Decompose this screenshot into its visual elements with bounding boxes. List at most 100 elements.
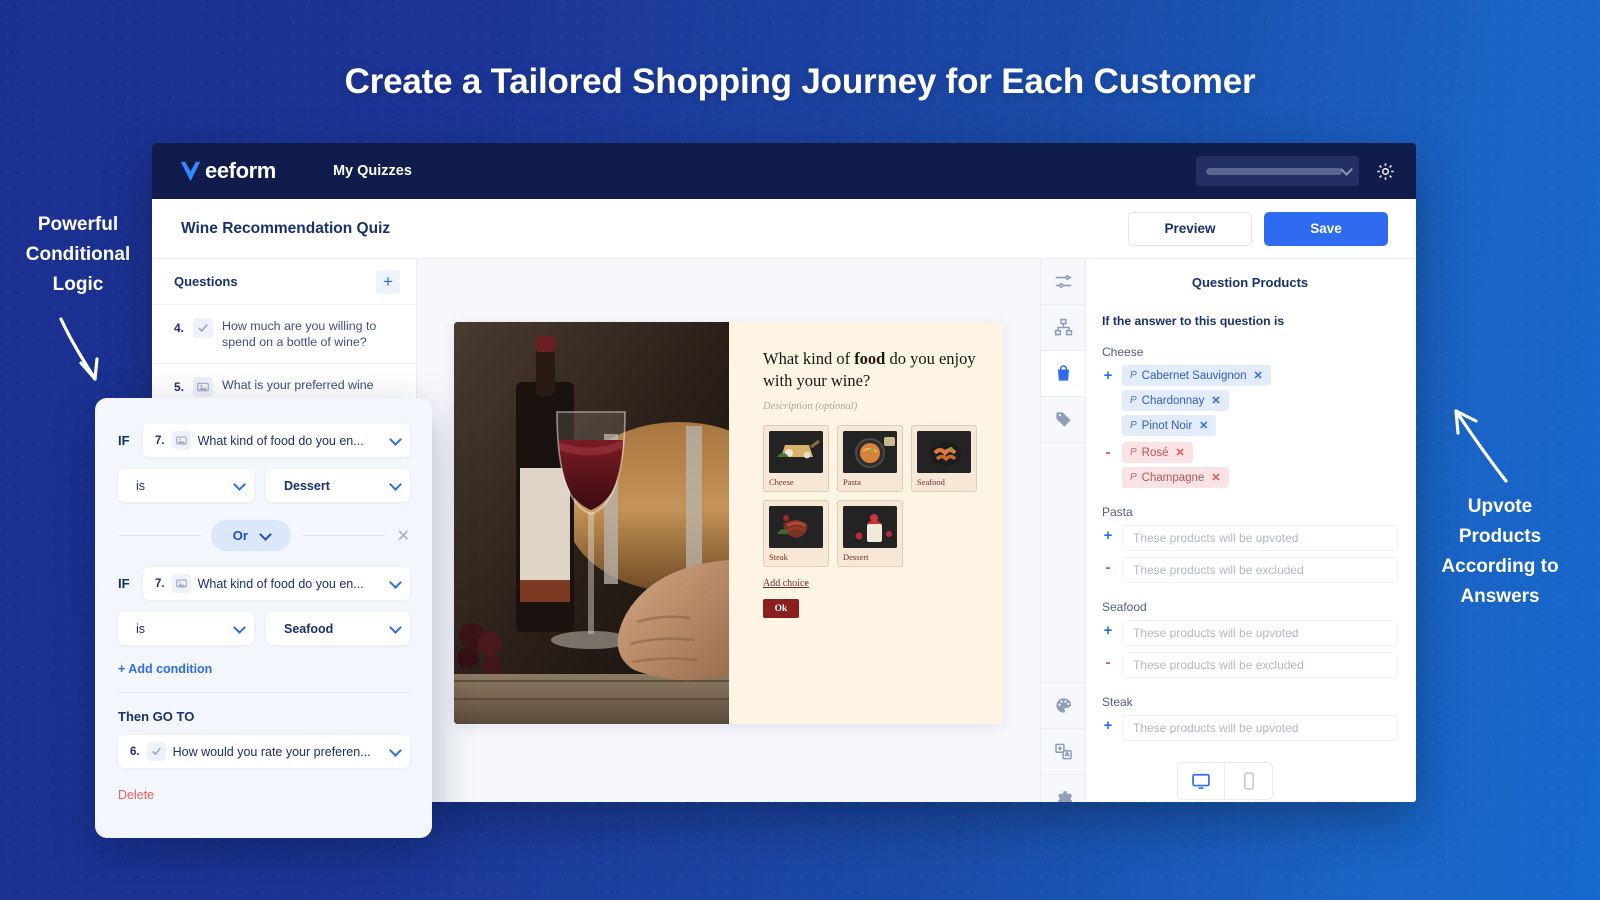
add-question-button[interactable]: + — [376, 269, 400, 294]
product-chip[interactable]: P Champagne ✕ — [1122, 467, 1229, 488]
veeform-logo-icon — [180, 161, 201, 181]
sitemap-icon[interactable] — [1041, 305, 1085, 351]
tag-icon[interactable] — [1041, 397, 1085, 443]
question-number: 7. — [155, 577, 165, 590]
product-group-name: Cheese — [1102, 345, 1144, 359]
ok-button[interactable]: Ok — [763, 599, 799, 618]
palette-icon[interactable] — [1041, 683, 1085, 729]
callout-right-line-2: Products — [1458, 526, 1542, 547]
question-number: 5. — [174, 380, 185, 394]
brand-logo[interactable]: eeform — [178, 158, 276, 184]
choice-label: Pasta — [843, 477, 861, 487]
remove-chip-icon[interactable]: ✕ — [1211, 394, 1220, 407]
goto-question-select[interactable]: 6. How would you rate your preferen... — [118, 735, 410, 768]
exclude-row: - P Rosé ✕ P Champagne ✕ — [1102, 442, 1398, 488]
callout-right-line-4: Answers — [1460, 586, 1540, 607]
product-chip-label: Pinot Noir — [1141, 419, 1193, 432]
mobile-icon — [1243, 772, 1254, 790]
shopping-bag-icon[interactable] — [1041, 351, 1085, 397]
plus-icon[interactable]: + — [1102, 365, 1114, 387]
choice-label: Steak — [769, 552, 788, 562]
product-chip[interactable]: P Chardonnay ✕ — [1122, 390, 1229, 411]
account-select[interactable] — [1196, 156, 1359, 186]
remove-chip-icon[interactable]: ✕ — [1176, 446, 1185, 459]
upvoted-products-input[interactable]: These products will be upvoted — [1122, 715, 1398, 741]
callout-left-line-3: Logic — [52, 274, 104, 295]
condition-1-value-select[interactable]: Dessert — [266, 469, 410, 502]
excluded-products-input[interactable]: These products will be excluded — [1122, 652, 1398, 678]
condition-2-operator-select[interactable]: is — [118, 612, 254, 645]
minus-icon[interactable]: - — [1102, 557, 1114, 579]
hero-title: Create a Tailored Shopping Journey for E… — [344, 62, 1256, 101]
choice-option[interactable]: Steak — [763, 500, 829, 567]
condition-2-question-select[interactable]: 7. What kind of food do you en... — [143, 567, 410, 600]
condition-2-value-select[interactable]: Seafood — [266, 612, 410, 645]
account-select-value — [1206, 167, 1342, 175]
desktop-view-button[interactable] — [1177, 762, 1225, 800]
sliders-icon[interactable] — [1041, 259, 1085, 305]
preview-description: Description (optional) — [763, 401, 858, 412]
question-products-panel: Question Products If the answer to this … — [1086, 259, 1416, 802]
check-icon — [193, 318, 214, 338]
question-list-item[interactable]: 4. How much are you willing to spend on … — [152, 305, 416, 364]
condition-1-operator-select[interactable]: is — [118, 469, 254, 502]
product-chip[interactable]: P Rosé ✕ — [1122, 442, 1193, 463]
product-chip[interactable]: P Pinot Noir ✕ — [1122, 415, 1217, 436]
mobile-view-button[interactable] — [1225, 762, 1273, 800]
question-label: How much are you willing to spend on a b… — [222, 319, 377, 349]
upvoted-products-input[interactable]: These products will be upvoted — [1122, 620, 1398, 646]
divider-line-left — [118, 535, 202, 536]
save-button[interactable]: Save — [1264, 211, 1388, 246]
upvote-row: + P Cabernet Sauvignon ✕ P Chardonnay ✕ P Pin… — [1102, 365, 1398, 436]
remove-condition-icon[interactable]: ✕ — [397, 526, 410, 546]
gear-icon[interactable] — [1041, 775, 1085, 802]
image-icon — [171, 431, 191, 450]
gear-icon[interactable] — [1375, 161, 1396, 182]
choice-option[interactable]: Cheese — [763, 425, 829, 492]
condition-1-question-select[interactable]: 7. What kind of food do you en... — [143, 424, 410, 457]
remove-chip-icon[interactable]: ✕ — [1254, 369, 1263, 382]
condition-1-row: IF 7. What kind of food do you en... — [118, 424, 410, 457]
translate-icon[interactable] — [1041, 729, 1085, 775]
plus-icon[interactable]: + — [1102, 620, 1114, 642]
product-icon: P — [1130, 420, 1137, 431]
remove-chip-icon[interactable]: ✕ — [1211, 471, 1220, 484]
excluded-products-input[interactable]: These products will be excluded — [1122, 557, 1398, 583]
remove-chip-icon[interactable]: ✕ — [1199, 419, 1208, 432]
choice-label: Dessert — [843, 552, 869, 562]
add-choice-link[interactable]: Add choice — [763, 578, 979, 589]
question-number: 6. — [130, 745, 140, 758]
upvoted-products-list[interactable]: P Cabernet Sauvignon ✕ P Chardonnay ✕ P Pinot… — [1122, 365, 1398, 436]
product-group-name: Pasta — [1102, 505, 1133, 519]
image-icon — [171, 574, 191, 593]
nav-my-quizzes[interactable]: My Quizzes — [333, 163, 412, 179]
minus-icon[interactable]: - — [1102, 442, 1114, 464]
upvoted-products-input[interactable]: These products will be upvoted — [1122, 525, 1398, 551]
plus-icon[interactable]: + — [1102, 715, 1114, 737]
connector-select[interactable]: Or — [211, 520, 292, 551]
add-condition-link[interactable]: + Add condition — [118, 662, 410, 676]
operator-label: is — [136, 478, 146, 493]
seafood-thumbnail — [917, 431, 971, 473]
delete-link[interactable]: Delete — [118, 788, 410, 802]
choice-option[interactable]: Dessert — [837, 500, 903, 567]
condition-1-operator-row: is Dessert — [118, 469, 410, 502]
check-icon — [146, 742, 166, 761]
minus-icon[interactable]: - — [1102, 652, 1114, 674]
product-chip[interactable]: P Cabernet Sauvignon ✕ — [1122, 365, 1271, 386]
page-title: Wine Recommendation Quiz — [181, 219, 391, 237]
choice-label: Seafood — [917, 477, 945, 487]
chevron-down-icon — [389, 743, 402, 757]
preview-button[interactable]: Preview — [1128, 211, 1252, 246]
chevron-down-icon — [389, 575, 402, 589]
plus-icon[interactable]: + — [1102, 525, 1114, 547]
condition-connector-row: Or ✕ — [118, 520, 410, 551]
dessert-thumbnail — [843, 506, 897, 548]
choice-option[interactable]: Pasta — [837, 425, 903, 492]
choice-option[interactable]: Seafood — [911, 425, 977, 492]
preview-stage: What kind of food do you enjoy with your… — [417, 259, 1273, 802]
question-number: 4. — [174, 321, 185, 335]
upvote-row: + These products will be upvoted — [1102, 715, 1398, 741]
product-icon: P — [1130, 370, 1137, 381]
excluded-products-list[interactable]: P Rosé ✕ P Champagne ✕ — [1122, 442, 1398, 488]
